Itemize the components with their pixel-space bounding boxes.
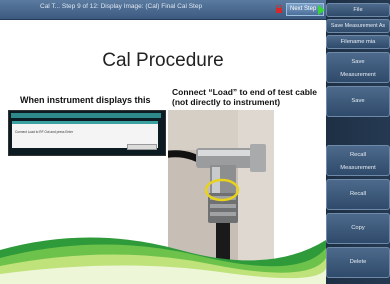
delete-button[interactable]: Delete xyxy=(326,247,390,278)
instrument-header-bar xyxy=(11,113,161,118)
slide-image: Cal Procedure When instrument displays t… xyxy=(0,20,326,284)
filename-button[interactable]: Filename mia xyxy=(326,35,390,49)
save-label: Save xyxy=(351,98,365,104)
title-bar: Cal T... Step 9 of 12: Display Image: (C… xyxy=(0,0,326,20)
lock-icon xyxy=(276,5,282,13)
window-title: Cal T... Step 9 of 12: Display Image: (C… xyxy=(40,3,203,10)
instrument-prompt: Connect Load to RF Out and press Enter xyxy=(15,130,73,134)
decorative-swoosh xyxy=(0,237,326,284)
recall-button[interactable]: Recall xyxy=(326,179,390,210)
softkey-sidebar: File Save Measurement As Filename mia Sa… xyxy=(326,0,390,284)
left-caption: When instrument displays this xyxy=(20,95,151,105)
app-window: Cal T... Step 9 of 12: Display Image: (C… xyxy=(0,0,390,284)
instrument-screen-image: Connect Load to RF Out and press Enter xyxy=(8,110,166,156)
filename-label: Filename mia xyxy=(340,39,376,45)
delete-label: Delete xyxy=(349,259,367,265)
file-label: File xyxy=(353,7,363,13)
copy-button[interactable]: Copy xyxy=(326,213,390,244)
slide-title: Cal Procedure xyxy=(102,50,224,71)
save-measurement-as-label: Save Measurement As xyxy=(330,23,386,29)
file-button[interactable]: File xyxy=(326,3,390,17)
save-measurement-label-2: Measurement xyxy=(340,72,376,78)
save-measurement-button[interactable]: Save Measurement xyxy=(326,52,390,83)
recall-measurement-button[interactable]: Recall Measurement xyxy=(326,145,390,176)
recall-label: Recall xyxy=(349,191,367,197)
save-measurement-label-1: Save xyxy=(351,59,365,65)
recall-measurement-label-1: Recall xyxy=(349,152,367,158)
arrow-right-icon[interactable] xyxy=(318,5,325,15)
copy-label: Copy xyxy=(351,225,365,231)
instrument-enter-button xyxy=(127,144,157,150)
right-caption: Connect “Load” to end of test cable (not… xyxy=(172,87,317,107)
save-measurement-as-button[interactable]: Save Measurement As xyxy=(326,19,390,33)
save-button[interactable]: Save xyxy=(326,86,390,117)
next-step-label: Next Step xyxy=(290,6,317,12)
recall-measurement-label-2: Measurement xyxy=(340,165,376,171)
